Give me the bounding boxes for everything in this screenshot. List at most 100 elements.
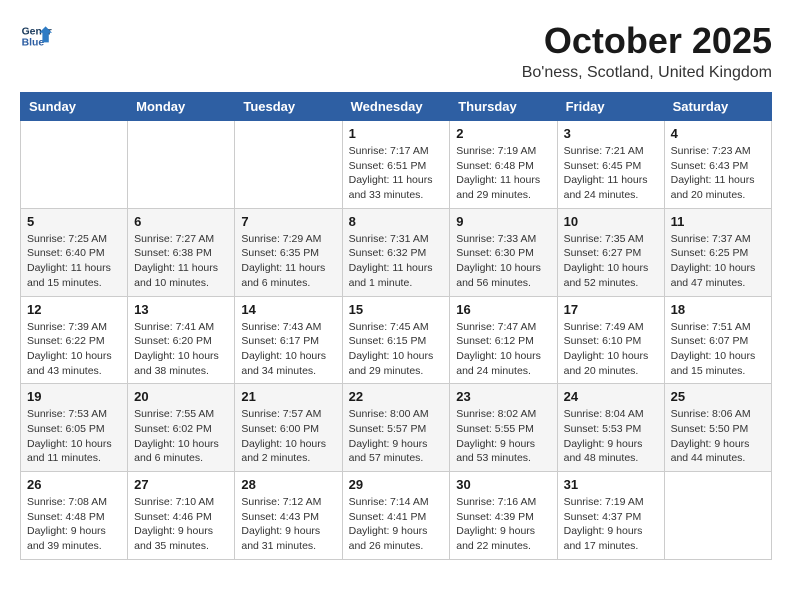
calendar-cell: 31 Sunrise: 7:19 AM Sunset: 4:37 PM Dayli… <box>557 472 664 560</box>
calendar-cell: 16Sunrise: 7:47 AM Sunset: 6:12 PM Dayli… <box>450 296 557 384</box>
day-info: Sunrise: 8:00 AM Sunset: 5:57 PM Dayligh… <box>349 407 444 466</box>
day-info: Sunrise: 7:43 AM Sunset: 6:17 PM Dayligh… <box>241 320 335 379</box>
day-number: 12 <box>27 302 121 317</box>
calendar-cell: 17Sunrise: 7:49 AM Sunset: 6:10 PM Dayli… <box>557 296 664 384</box>
weekday-header-thursday: Thursday <box>450 93 557 121</box>
weekday-header-monday: Monday <box>128 93 235 121</box>
day-number: 2 <box>456 126 550 141</box>
day-info: Sunrise: 7:35 AM Sunset: 6:27 PM Dayligh… <box>564 232 658 291</box>
calendar-cell: 15 Sunrise: 7:45 AM Sunset: 6:15 PM Dayli… <box>342 296 450 384</box>
calendar-cell: 23 Sunrise: 8:02 AM Sunset: 5:55 PM Dayli… <box>450 384 557 472</box>
page-header: General Blue October 2025 Bo'ness, Scotl… <box>20 20 772 82</box>
calendar-cell: 19Sunrise: 7:53 AM Sunset: 6:05 PM Dayli… <box>21 384 128 472</box>
day-number: 9 <box>456 214 550 229</box>
calendar-cell: 8Sunrise: 7:31 AM Sunset: 6:32 PM Daylig… <box>342 208 450 296</box>
day-number: 10 <box>564 214 658 229</box>
day-info: Sunrise: 7:45 AM Sunset: 6:15 PM Dayligh… <box>349 320 444 379</box>
calendar-cell: 27 Sunrise: 7:10 AM Sunset: 4:46 PM Dayli… <box>128 472 235 560</box>
day-number: 15 <box>349 302 444 317</box>
calendar-cell: 4Sunrise: 7:23 AM Sunset: 6:43 PM Daylig… <box>664 121 771 209</box>
calendar-week-row: 12 Sunrise: 7:39 AM Sunset: 6:22 PM Dayli… <box>21 296 772 384</box>
calendar-cell: 28 Sunrise: 7:12 AM Sunset: 4:43 PM Dayli… <box>235 472 342 560</box>
day-info: Sunrise: 7:16 AM Sunset: 4:39 PM Dayligh… <box>456 495 550 554</box>
calendar-cell: 12 Sunrise: 7:39 AM Sunset: 6:22 PM Dayli… <box>21 296 128 384</box>
day-info: Sunrise: 8:06 AM Sunset: 5:50 PM Dayligh… <box>671 407 765 466</box>
calendar-cell: 13Sunrise: 7:41 AM Sunset: 6:20 PM Dayli… <box>128 296 235 384</box>
day-info: Sunrise: 7:19 AM Sunset: 4:37 PM Dayligh… <box>564 495 658 554</box>
weekday-header-saturday: Saturday <box>664 93 771 121</box>
calendar-cell: 3 Sunrise: 7:21 AM Sunset: 6:45 PM Daylig… <box>557 121 664 209</box>
day-number: 18 <box>671 302 765 317</box>
day-number: 29 <box>349 477 444 492</box>
day-info: Sunrise: 7:17 AM Sunset: 6:51 PM Dayligh… <box>349 144 444 203</box>
calendar-table: SundayMondayTuesdayWednesdayThursdayFrid… <box>20 92 772 560</box>
day-number: 20 <box>134 389 228 404</box>
day-number: 8 <box>349 214 444 229</box>
day-number: 4 <box>671 126 765 141</box>
day-info: Sunrise: 7:41 AM Sunset: 6:20 PM Dayligh… <box>134 320 228 379</box>
calendar-cell: 14 Sunrise: 7:43 AM Sunset: 6:17 PM Dayli… <box>235 296 342 384</box>
day-info: Sunrise: 7:39 AM Sunset: 6:22 PM Dayligh… <box>27 320 121 379</box>
day-number: 22 <box>349 389 444 404</box>
calendar-cell: 25 Sunrise: 8:06 AM Sunset: 5:50 PM Dayli… <box>664 384 771 472</box>
svg-text:Blue: Blue <box>22 38 45 49</box>
calendar-cell: 6 Sunrise: 7:27 AM Sunset: 6:38 PM Daylig… <box>128 208 235 296</box>
calendar-cell: 22 Sunrise: 8:00 AM Sunset: 5:57 PM Dayli… <box>342 384 450 472</box>
calendar-cell <box>21 121 128 209</box>
day-info: Sunrise: 7:51 AM Sunset: 6:07 PM Dayligh… <box>671 320 765 379</box>
day-info: Sunrise: 7:53 AM Sunset: 6:05 PM Dayligh… <box>27 407 121 466</box>
calendar-cell: 20 Sunrise: 7:55 AM Sunset: 6:02 PM Dayli… <box>128 384 235 472</box>
calendar-cell: 1 Sunrise: 7:17 AM Sunset: 6:51 PM Daylig… <box>342 121 450 209</box>
calendar-week-row: 5 Sunrise: 7:25 AM Sunset: 6:40 PM Daylig… <box>21 208 772 296</box>
day-number: 28 <box>241 477 335 492</box>
day-info: Sunrise: 7:55 AM Sunset: 6:02 PM Dayligh… <box>134 407 228 466</box>
weekday-header-tuesday: Tuesday <box>235 93 342 121</box>
calendar-cell: 9 Sunrise: 7:33 AM Sunset: 6:30 PM Daylig… <box>450 208 557 296</box>
calendar-cell: 2 Sunrise: 7:19 AM Sunset: 6:48 PM Daylig… <box>450 121 557 209</box>
day-info: Sunrise: 7:27 AM Sunset: 6:38 PM Dayligh… <box>134 232 228 291</box>
calendar-week-row: 1 Sunrise: 7:17 AM Sunset: 6:51 PM Daylig… <box>21 121 772 209</box>
day-info: Sunrise: 8:04 AM Sunset: 5:53 PM Dayligh… <box>564 407 658 466</box>
calendar-cell: 7 Sunrise: 7:29 AM Sunset: 6:35 PM Daylig… <box>235 208 342 296</box>
calendar-cell: 5 Sunrise: 7:25 AM Sunset: 6:40 PM Daylig… <box>21 208 128 296</box>
day-info: Sunrise: 7:21 AM Sunset: 6:45 PM Dayligh… <box>564 144 658 203</box>
calendar-cell: 21 Sunrise: 7:57 AM Sunset: 6:00 PM Dayli… <box>235 384 342 472</box>
day-info: Sunrise: 7:29 AM Sunset: 6:35 PM Dayligh… <box>241 232 335 291</box>
weekday-header-row: SundayMondayTuesdayWednesdayThursdayFrid… <box>21 93 772 121</box>
calendar-cell: 30Sunrise: 7:16 AM Sunset: 4:39 PM Dayli… <box>450 472 557 560</box>
calendar-week-row: 26 Sunrise: 7:08 AM Sunset: 4:48 PM Dayli… <box>21 472 772 560</box>
calendar-week-row: 19Sunrise: 7:53 AM Sunset: 6:05 PM Dayli… <box>21 384 772 472</box>
day-number: 31 <box>564 477 658 492</box>
day-info: Sunrise: 7:08 AM Sunset: 4:48 PM Dayligh… <box>27 495 121 554</box>
calendar-cell: 24Sunrise: 8:04 AM Sunset: 5:53 PM Dayli… <box>557 384 664 472</box>
day-number: 14 <box>241 302 335 317</box>
day-number: 23 <box>456 389 550 404</box>
calendar-cell <box>235 121 342 209</box>
day-info: Sunrise: 7:57 AM Sunset: 6:00 PM Dayligh… <box>241 407 335 466</box>
day-number: 7 <box>241 214 335 229</box>
day-number: 5 <box>27 214 121 229</box>
day-info: Sunrise: 7:49 AM Sunset: 6:10 PM Dayligh… <box>564 320 658 379</box>
day-number: 1 <box>349 126 444 141</box>
day-info: Sunrise: 8:02 AM Sunset: 5:55 PM Dayligh… <box>456 407 550 466</box>
day-number: 6 <box>134 214 228 229</box>
day-number: 25 <box>671 389 765 404</box>
day-info: Sunrise: 7:47 AM Sunset: 6:12 PM Dayligh… <box>456 320 550 379</box>
day-number: 21 <box>241 389 335 404</box>
day-info: Sunrise: 7:19 AM Sunset: 6:48 PM Dayligh… <box>456 144 550 203</box>
day-info: Sunrise: 7:10 AM Sunset: 4:46 PM Dayligh… <box>134 495 228 554</box>
day-number: 27 <box>134 477 228 492</box>
day-info: Sunrise: 7:25 AM Sunset: 6:40 PM Dayligh… <box>27 232 121 291</box>
day-number: 26 <box>27 477 121 492</box>
logo-icon: General Blue <box>20 20 52 52</box>
calendar-cell: 26 Sunrise: 7:08 AM Sunset: 4:48 PM Dayli… <box>21 472 128 560</box>
month-year-title: October 2025 <box>522 20 772 62</box>
weekday-header-friday: Friday <box>557 93 664 121</box>
calendar-cell: 29Sunrise: 7:14 AM Sunset: 4:41 PM Dayli… <box>342 472 450 560</box>
calendar-cell: 18 Sunrise: 7:51 AM Sunset: 6:07 PM Dayli… <box>664 296 771 384</box>
calendar-cell <box>664 472 771 560</box>
day-number: 3 <box>564 126 658 141</box>
day-info: Sunrise: 7:33 AM Sunset: 6:30 PM Dayligh… <box>456 232 550 291</box>
calendar-cell: 10 Sunrise: 7:35 AM Sunset: 6:27 PM Dayli… <box>557 208 664 296</box>
day-info: Sunrise: 7:12 AM Sunset: 4:43 PM Dayligh… <box>241 495 335 554</box>
